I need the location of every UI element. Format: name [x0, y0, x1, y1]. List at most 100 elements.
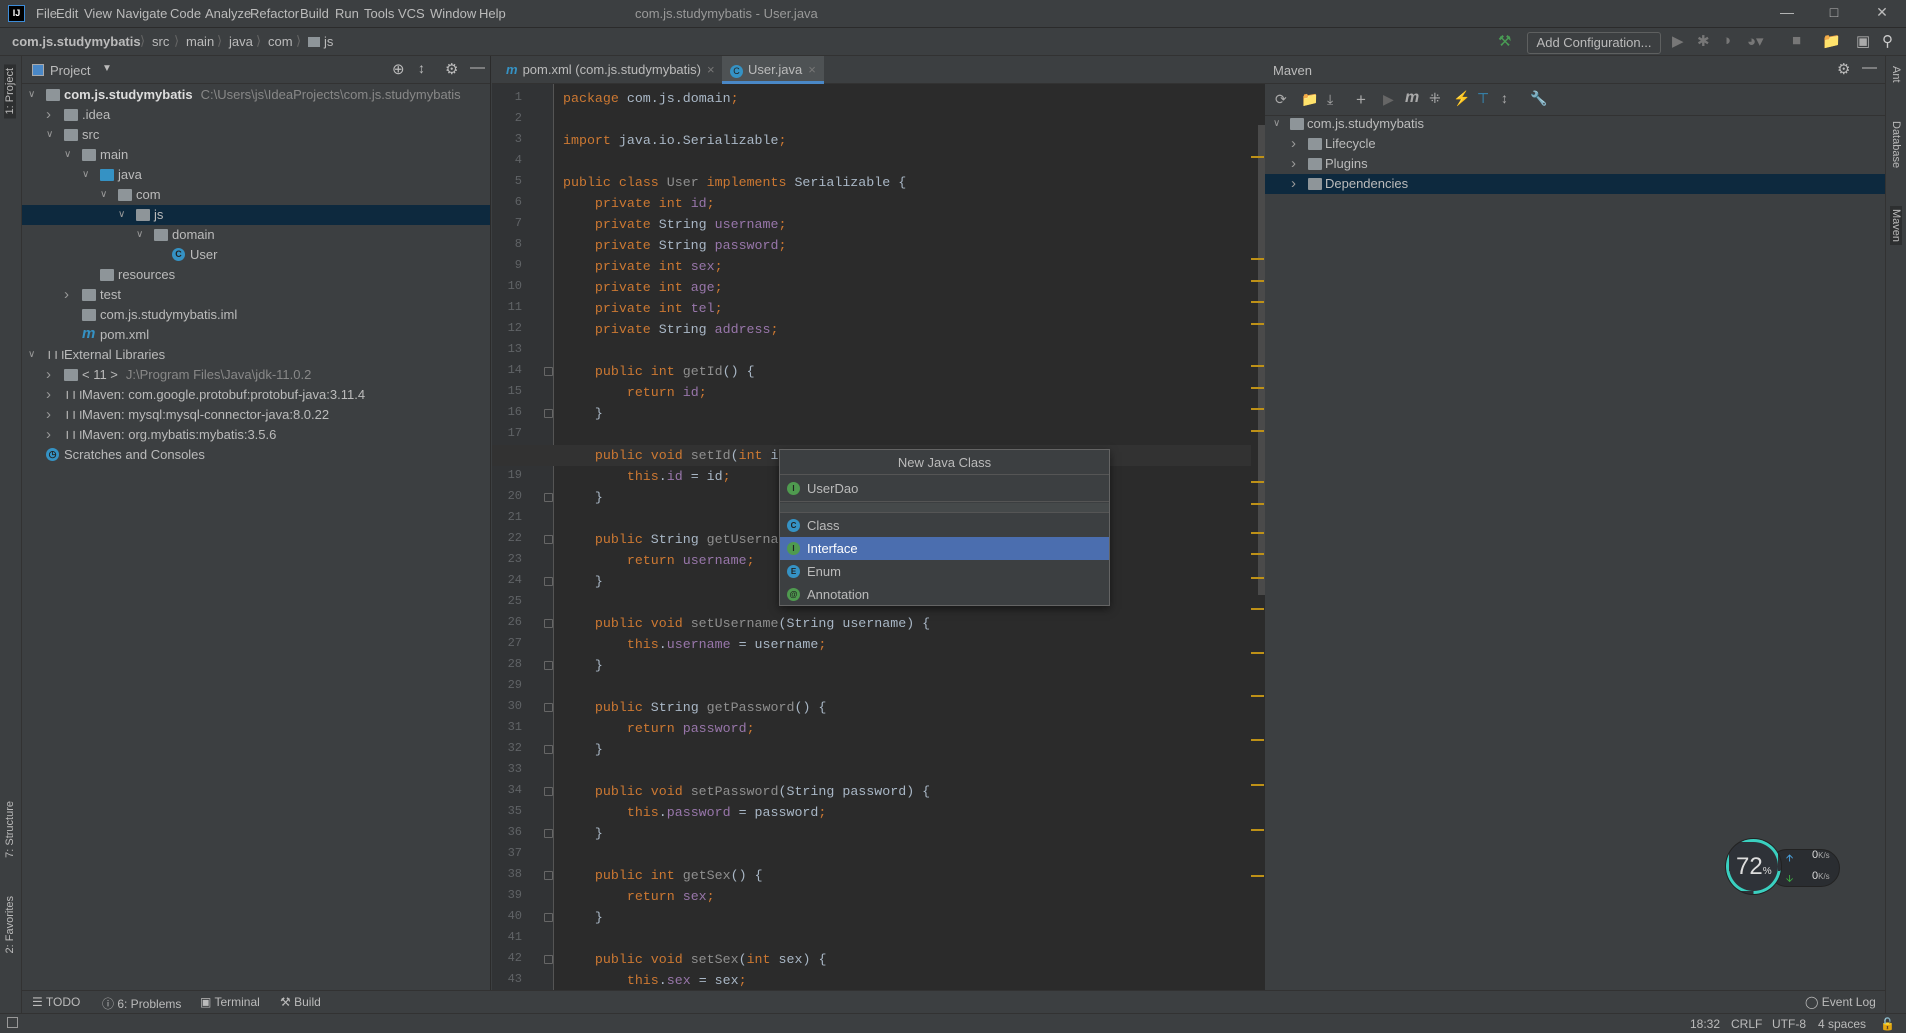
menu-code[interactable]: Code: [170, 6, 201, 21]
tool--problems[interactable]: ⓘ 6: Problems: [102, 995, 181, 1012]
tool-terminal[interactable]: ▣ Terminal: [200, 995, 260, 1009]
tree-item[interactable]: com.js.studymybatis.iml: [22, 305, 490, 325]
editor-scrollbar[interactable]: [1258, 125, 1265, 595]
indent-setting[interactable]: 4 spaces: [1818, 1017, 1866, 1031]
breadcrumb-item[interactable]: js: [324, 34, 333, 49]
tree-item[interactable]: › ❙❙❙ Maven: com.google.protobuf:protobuf-…: [22, 385, 490, 405]
favorites-tool-tab[interactable]: 2: Favorites: [4, 896, 16, 953]
show-dependencies-icon[interactable]: ⊤: [1477, 90, 1489, 107]
class-name-input[interactable]: I UserDao: [780, 475, 1109, 502]
chevron-right-icon[interactable]: ›: [46, 105, 51, 125]
chevron-down-icon[interactable]: ▼: [102, 63, 112, 74]
chevron-down-icon[interactable]: ∨: [82, 165, 89, 185]
tree-item[interactable]: ◷ Scratches and Consoles: [22, 445, 490, 465]
gear-icon[interactable]: ⚙: [445, 60, 458, 78]
warning-stripe[interactable]: [1251, 323, 1264, 326]
coverage-icon[interactable]: ◑: [1722, 32, 1731, 49]
warning-stripe[interactable]: [1251, 875, 1264, 878]
chevron-down-icon[interactable]: ∨: [1273, 114, 1280, 134]
warning-stripe[interactable]: [1251, 481, 1264, 484]
chevron-down-icon[interactable]: ∨: [28, 85, 35, 105]
warning-stripe[interactable]: [1251, 695, 1264, 698]
breadcrumb-item[interactable]: main: [186, 34, 214, 49]
structure-tool-tab[interactable]: 7: Structure: [4, 801, 16, 858]
chevron-down-icon[interactable]: ∨: [46, 125, 53, 145]
stop-icon[interactable]: ■: [1792, 32, 1801, 49]
locate-icon[interactable]: ⊕: [392, 60, 405, 78]
menu-edit[interactable]: Edit: [56, 6, 78, 21]
popup-item-class[interactable]: C Class: [780, 514, 1109, 537]
generate-sources-icon[interactable]: 📁: [1301, 91, 1318, 108]
editor-tab[interactable]: m pom.xml (com.js.studymybatis) ×: [498, 56, 723, 84]
menu-file[interactable]: File: [36, 6, 57, 21]
chevron-right-icon[interactable]: ›: [1291, 134, 1296, 154]
hide-panel-icon[interactable]: —: [1862, 59, 1877, 76]
chevron-right-icon[interactable]: ›: [64, 285, 69, 305]
warning-stripe[interactable]: [1251, 386, 1264, 389]
warning-stripe[interactable]: [1251, 553, 1264, 556]
close-window-button[interactable]: ✕: [1867, 4, 1897, 21]
project-tool-tab[interactable]: 1: Project: [4, 64, 16, 119]
tree-item[interactable]: › ❙❙❙ Maven: org.mybatis:mybatis:3.5.6: [22, 425, 490, 445]
menu-navigate[interactable]: Navigate: [116, 6, 167, 21]
build-hammer-icon[interactable]: ⚒: [1498, 32, 1511, 50]
chevron-down-icon[interactable]: ∨: [100, 185, 107, 205]
warning-stripe[interactable]: [1251, 784, 1264, 787]
popup-item-enum[interactable]: E Enum: [780, 560, 1109, 583]
breadcrumb-item[interactable]: com.js.studymybatis: [12, 34, 141, 49]
chevron-right-icon[interactable]: ›: [46, 405, 51, 425]
popup-item-interface[interactable]: I Interface: [780, 537, 1109, 560]
project-structure-icon[interactable]: 📁: [1822, 32, 1841, 50]
run-icon[interactable]: ▶: [1672, 32, 1684, 50]
caret-position[interactable]: 18:32: [1690, 1017, 1720, 1031]
toggle-tool-windows-icon[interactable]: [7, 1017, 18, 1028]
warning-stripe[interactable]: [1251, 739, 1264, 742]
breadcrumb-item[interactable]: com: [268, 34, 293, 49]
wrench-icon[interactable]: 🔧: [1530, 90, 1547, 107]
tree-item[interactable]: ∨ main: [22, 145, 490, 165]
warning-stripe[interactable]: [1251, 607, 1264, 610]
chevron-right-icon[interactable]: ›: [46, 385, 51, 405]
minimize-button[interactable]: —: [1772, 4, 1802, 20]
add-icon[interactable]: +: [1356, 90, 1366, 110]
maven-tree-item[interactable]: ∨ com.js.studymybatis: [1265, 114, 1885, 134]
warning-stripe[interactable]: [1251, 155, 1264, 158]
warning-stripe[interactable]: [1251, 364, 1264, 367]
warning-stripe[interactable]: [1251, 577, 1264, 580]
maven-tool-tab[interactable]: Maven: [1890, 206, 1902, 246]
lock-icon[interactable]: 🔓: [1880, 1017, 1895, 1031]
tree-item[interactable]: m pom.xml: [22, 325, 490, 345]
menu-vcs[interactable]: VCS: [398, 6, 425, 21]
menu-view[interactable]: View: [84, 6, 112, 21]
presentation-icon[interactable]: ▣: [1856, 32, 1870, 50]
ant-tool-tab[interactable]: Ant: [1890, 66, 1902, 83]
menu-run[interactable]: Run: [335, 6, 359, 21]
tree-item[interactable]: › ❙❙❙ Maven: mysql:mysql-connector-java:8.…: [22, 405, 490, 425]
warning-stripe[interactable]: [1251, 829, 1264, 832]
close-tab-icon[interactable]: ×: [808, 62, 816, 77]
close-tab-icon[interactable]: ×: [707, 62, 715, 77]
menu-window[interactable]: Window: [430, 6, 476, 21]
warning-stripe[interactable]: [1251, 503, 1264, 506]
gear-icon[interactable]: ⚙: [1837, 60, 1850, 78]
warning-stripe[interactable]: [1251, 532, 1264, 535]
chevron-right-icon[interactable]: ›: [1291, 154, 1296, 174]
tree-item[interactable]: ∨ domain: [22, 225, 490, 245]
maven-tree-item[interactable]: › Lifecycle: [1265, 134, 1885, 154]
warning-stripe[interactable]: [1251, 408, 1264, 411]
file-encoding[interactable]: UTF-8: [1772, 1017, 1806, 1031]
breadcrumb-item[interactable]: src: [152, 34, 169, 49]
add-configuration-button[interactable]: Add Configuration...: [1527, 32, 1661, 54]
hide-panel-icon[interactable]: —: [470, 59, 485, 76]
collapse-all-icon[interactable]: ↕: [1501, 90, 1508, 106]
tree-item[interactable]: ∨ ❙❙❙ External Libraries: [22, 345, 490, 365]
tree-item[interactable]: › test: [22, 285, 490, 305]
tree-item[interactable]: ∨ java: [22, 165, 490, 185]
maven-tree-item[interactable]: › Plugins: [1265, 154, 1885, 174]
tree-item[interactable]: › < 11 > J:\Program Files\Java\jdk-11.0.2: [22, 365, 490, 385]
line-separator[interactable]: CRLF: [1731, 1017, 1762, 1031]
database-tool-tab[interactable]: Database: [1890, 121, 1902, 168]
chevron-down-icon[interactable]: ∨: [118, 205, 125, 225]
chevron-right-icon[interactable]: ›: [46, 365, 51, 385]
maximize-button[interactable]: □: [1819, 4, 1849, 20]
